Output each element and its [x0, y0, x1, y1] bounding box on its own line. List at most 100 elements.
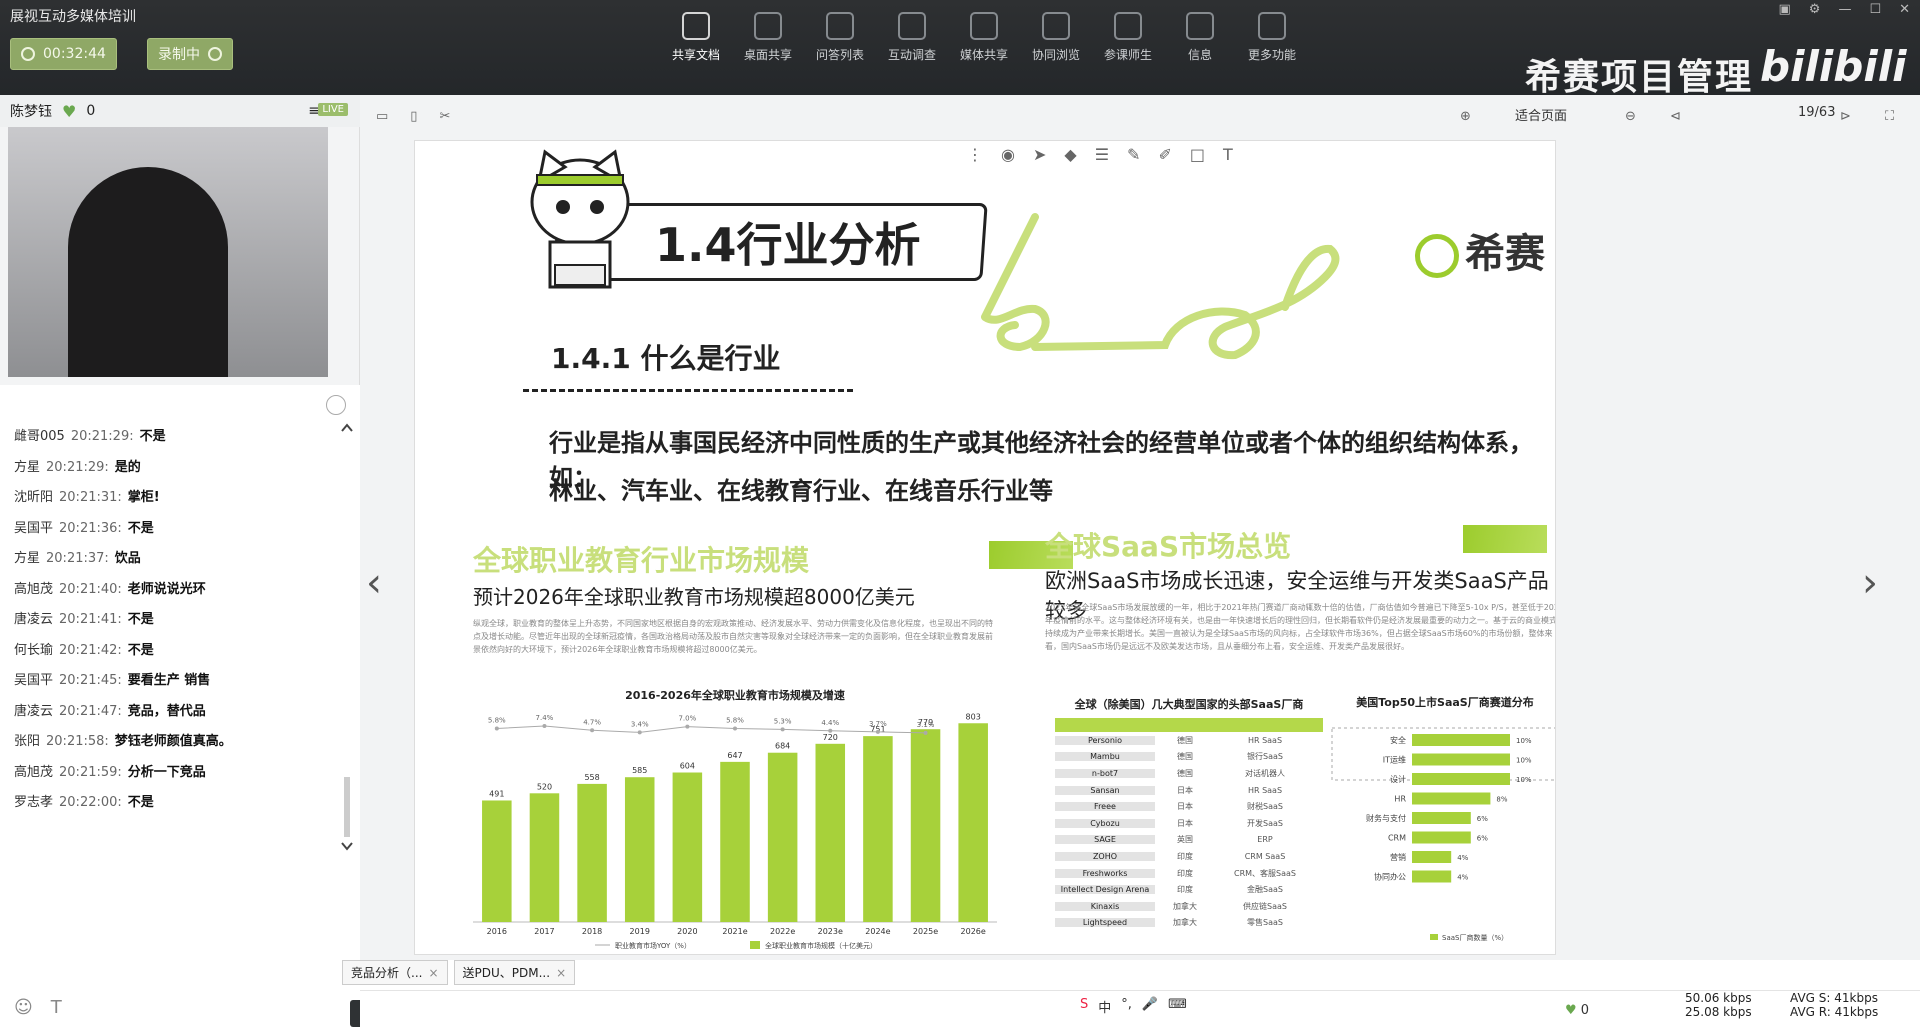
toolbar-item-label: 桌面共享 [743, 48, 792, 62]
pen-icon[interactable]: ✎ [1127, 145, 1140, 164]
highlighter-icon[interactable]: ✐ [1158, 145, 1171, 164]
chat-scrollbar[interactable] [340, 417, 354, 857]
table-cell: 零售SaaS [1247, 918, 1283, 928]
bar [482, 800, 512, 922]
yoy-label: 7.4% [536, 714, 554, 722]
ime-punct[interactable]: °, [1121, 997, 1132, 1016]
hbar-value-label: 4% [1457, 874, 1468, 882]
chat-time: 20:21:40: [59, 581, 122, 597]
toolbar-item[interactable]: 信息 [1164, 12, 1236, 63]
avg-s: AVG S: 41kbps [1790, 991, 1878, 1005]
toolbar-item[interactable]: 互动调查 [876, 12, 948, 63]
chat-time: 20:21:31: [59, 490, 122, 505]
toolbar-item[interactable]: 问答列表 [804, 12, 876, 63]
x-tick-label: 2019 [630, 927, 650, 936]
next-slide-arrow[interactable]: › [1862, 560, 1878, 606]
like-icon[interactable]: ♥ [62, 102, 76, 121]
bar-value-label: 684 [775, 742, 790, 751]
rectangle-icon[interactable]: □ [1190, 145, 1205, 164]
table-cell: CRM、客服SaaS [1233, 868, 1296, 878]
y-tick-label: 协同办公 [1374, 872, 1406, 882]
y-tick-label: 设计 [1390, 774, 1406, 784]
fullscreen-icon[interactable]: ⛶ [1885, 109, 1894, 124]
laser-icon[interactable]: ◉ [1001, 145, 1015, 164]
toolbar-item[interactable]: 共享文档 [660, 12, 732, 63]
page-number[interactable]: 19/63 [1798, 105, 1835, 120]
toolbar-item-label: 参课师生 [1103, 48, 1152, 62]
table-row: Sansan 日本 HR SaaS [1055, 782, 1323, 799]
collapse-icon[interactable] [326, 395, 346, 415]
chat-time: 20:21:37: [46, 551, 109, 566]
table-row: Freshworks 印度 CRM、客服SaaS [1055, 865, 1323, 882]
close-tab-icon[interactable]: × [556, 966, 566, 980]
annotation-toolbar: ⋮ ◉ ➤ ◆ ☰ ✎ ✐ □ T [967, 145, 1233, 164]
table-cell: Mambu [1055, 752, 1155, 762]
prev-slide-arrow[interactable]: ‹ [366, 560, 382, 606]
chat-user: 唐凌云 [14, 703, 54, 719]
toolbar-item-label: 协同浏览 [1031, 48, 1080, 62]
emoji-icon[interactable]: ☺ [14, 997, 33, 1018]
net-up: 50.06 kbps [1685, 991, 1752, 1005]
dashed-divider [523, 389, 853, 392]
close-tab-icon[interactable]: × [428, 966, 438, 980]
zoom-select[interactable]: 适合页面 [1515, 105, 1567, 124]
toolbar-item-label: 更多功能 [1247, 48, 1296, 62]
likes-count: 0 [1580, 1003, 1590, 1018]
toolbar-item[interactable]: 协同浏览 [1020, 12, 1092, 63]
eraser-icon[interactable]: ◆ [1064, 145, 1076, 164]
yoy-label: 3.7% [869, 720, 887, 728]
yoy-label: 4.4% [821, 719, 839, 727]
scissors-icon[interactable]: ✂ [439, 109, 450, 124]
clear-icon[interactable]: ☰ [1095, 145, 1109, 164]
zoom-out-icon[interactable]: ⊖ [1625, 109, 1636, 124]
record-button[interactable]: 录制中 [147, 38, 233, 70]
bar [529, 793, 560, 922]
close-button[interactable]: ✕ [1899, 2, 1910, 17]
live-badge: LIVE [318, 103, 348, 116]
x-tick-label: 2024e [865, 927, 890, 936]
bar [767, 752, 798, 922]
file-icon[interactable]: ▯ [410, 109, 417, 124]
sogou-icon[interactable]: S [1080, 997, 1088, 1016]
keyboard-icon[interactable]: ⌨ [1168, 997, 1187, 1016]
chat-tools: ☺ T [14, 997, 62, 1018]
ime-lang[interactable]: 中 [1098, 997, 1111, 1016]
record-label: 录制中 [158, 47, 200, 63]
grip-icon[interactable]: ⋮ [967, 145, 983, 164]
toolbar-item[interactable]: 媒体共享 [948, 12, 1020, 63]
add-page-icon[interactable]: ⊕ [1460, 109, 1471, 124]
toolbar-item[interactable]: 参课师生 [1092, 12, 1164, 63]
settings-icon[interactable]: ⚙ [1809, 2, 1821, 17]
minimize-button[interactable]: — [1838, 2, 1851, 17]
pointer-icon[interactable]: ➤ [1033, 145, 1046, 164]
toolbar-item[interactable]: 桌面共享 [732, 12, 804, 63]
next-page-icon[interactable]: ⊳ [1840, 109, 1851, 124]
table-cell: 供应链SaaS [1243, 901, 1287, 911]
hbar-value-label: 6% [1477, 835, 1488, 843]
likes-counter: ♥ 0 [1565, 1003, 1589, 1018]
folder-icon[interactable]: ▭ [376, 109, 388, 124]
chart-title: 2016-2026年全球职业教育市场规模及增速 [625, 688, 845, 702]
mic-icon[interactable]: 🎤 [1142, 997, 1158, 1016]
table-cell: 德国 [1177, 768, 1193, 778]
toolbar-item-label: 互动调查 [887, 48, 936, 62]
skin-icon[interactable]: ▣ [1778, 2, 1790, 17]
text-format-icon[interactable]: T [51, 997, 62, 1018]
table-cell: 印度 [1177, 885, 1193, 895]
input-tab[interactable]: 送PDU、PDM... × [453, 960, 576, 985]
maximize-button[interactable]: ☐ [1869, 2, 1881, 17]
table-cell: 德国 [1177, 735, 1193, 745]
timer-badge[interactable]: 00:32:44 [10, 38, 117, 70]
report-logo-right [1463, 525, 1547, 553]
chat-time: 20:21:45: [59, 673, 122, 688]
toolbar-item[interactable]: 更多功能 [1236, 12, 1308, 63]
toolbar-item-label: 共享文档 [671, 48, 720, 62]
input-tab[interactable]: 竞品分析（... × [342, 960, 448, 985]
table-cell: 加拿大 [1173, 918, 1197, 928]
toolbar-item-icon [970, 12, 998, 40]
prev-page-icon[interactable]: ⊲ [1670, 109, 1681, 124]
text-tool-icon[interactable]: T [1223, 145, 1233, 164]
x-tick-label: 2017 [534, 927, 554, 936]
table-row: Lightspeed 加拿大 零售SaaS [1055, 915, 1323, 932]
chat-user: 罗志孝 [14, 795, 54, 810]
